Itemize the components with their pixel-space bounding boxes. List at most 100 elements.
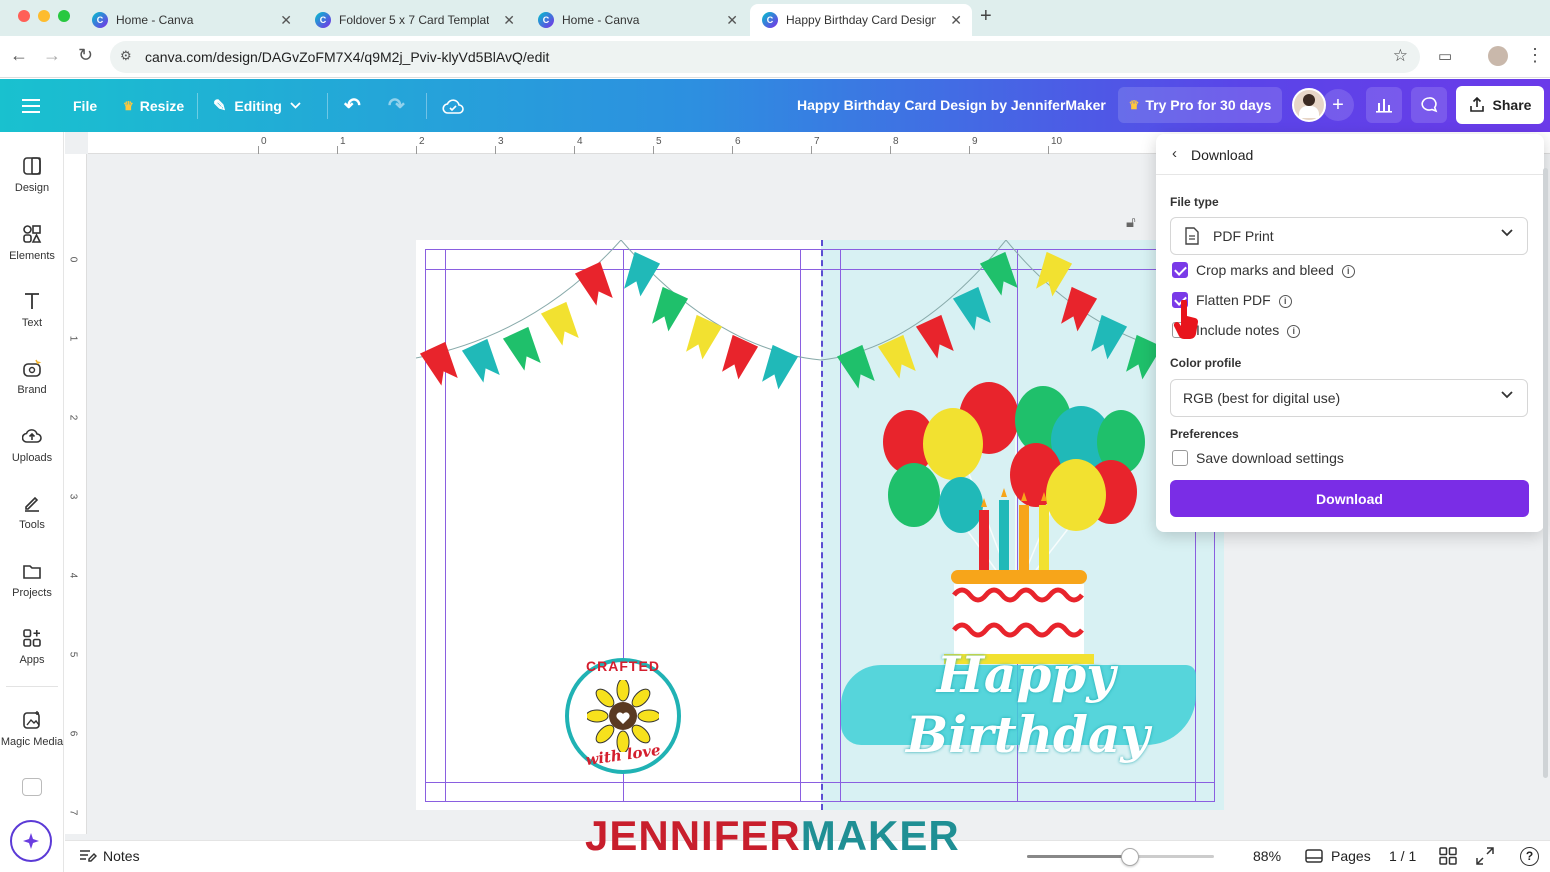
design-page[interactable]: Happy Birthday CRAFTED with love bbox=[416, 240, 1224, 810]
download-button[interactable]: Download bbox=[1170, 480, 1529, 517]
save-settings-label[interactable]: Save download settings bbox=[1196, 450, 1344, 466]
bunting-flag bbox=[686, 314, 723, 360]
resize-button[interactable]: ♛ Resize bbox=[123, 79, 184, 132]
close-tab-icon[interactable]: ✕ bbox=[280, 12, 292, 29]
info-icon[interactable]: i bbox=[1278, 295, 1292, 308]
canva-favicon-icon: C bbox=[762, 12, 778, 28]
close-tab-icon[interactable]: ✕ bbox=[726, 12, 738, 29]
sidebar-item-tools[interactable]: Tools bbox=[0, 493, 64, 531]
include-notes-option[interactable]: Include notes i bbox=[1196, 322, 1301, 338]
sidebar-item-text[interactable]: Text bbox=[0, 291, 64, 329]
cloud-saved-icon[interactable] bbox=[442, 79, 464, 132]
insights-chart-icon[interactable] bbox=[1366, 87, 1402, 123]
color-profile-dropdown[interactable]: RGB (best for digital use) bbox=[1170, 379, 1528, 417]
undo-icon[interactable]: ↶ bbox=[344, 79, 361, 132]
profile-avatar[interactable] bbox=[1488, 46, 1508, 66]
ruler-tick-label: 10 bbox=[1051, 136, 1063, 147]
redo-icon[interactable]: ↷ bbox=[388, 79, 405, 132]
crop-marks-checkbox[interactable] bbox=[1172, 262, 1188, 278]
divider bbox=[327, 93, 328, 119]
flatten-pdf-option[interactable]: Flatten PDF i bbox=[1196, 292, 1292, 308]
page-count: 1 / 1 bbox=[1389, 848, 1417, 864]
maximize-window-button[interactable] bbox=[58, 10, 70, 22]
bunting-flag bbox=[1036, 251, 1073, 297]
pages-icon bbox=[1305, 849, 1323, 863]
editing-mode-button[interactable]: ✎ Editing bbox=[213, 79, 301, 132]
help-icon[interactable]: ? bbox=[1520, 847, 1539, 866]
add-collaborator-icon[interactable]: + bbox=[1322, 89, 1354, 121]
grid-view-icon[interactable] bbox=[1439, 847, 1457, 868]
sidebar-item-magic-media[interactable]: Magic Media bbox=[0, 710, 64, 748]
forward-icon[interactable]: → bbox=[43, 45, 61, 66]
document-title[interactable]: Happy Birthday Card Design by JenniferMa… bbox=[797, 97, 1106, 113]
greeting-happy[interactable]: Happy bbox=[936, 645, 1116, 704]
save-settings-checkbox[interactable] bbox=[1172, 450, 1188, 466]
sparkle-icon bbox=[23, 833, 39, 849]
divider bbox=[1156, 174, 1544, 175]
pencil-icon: ✎ bbox=[213, 97, 227, 115]
minimize-window-button[interactable] bbox=[38, 10, 50, 22]
zoom-slider-handle[interactable] bbox=[1121, 848, 1139, 866]
back-icon[interactable]: ← bbox=[10, 45, 28, 66]
fullscreen-icon[interactable] bbox=[1476, 847, 1494, 868]
sidebar-item-design[interactable]: Design bbox=[0, 156, 64, 194]
try-pro-button[interactable]: ♛ Try Pro for 30 days bbox=[1118, 87, 1282, 123]
greeting-birthday[interactable]: Birthday bbox=[906, 705, 1149, 764]
lock-icon[interactable]: 🔓︎ bbox=[1126, 214, 1136, 231]
browser-tab-active[interactable]: C Happy Birthday Card Design ✕ bbox=[750, 4, 972, 36]
ruler-tick-label: 0 bbox=[67, 256, 79, 263]
bunting-flag bbox=[652, 286, 689, 332]
notes-button[interactable]: Notes bbox=[79, 848, 140, 864]
pages-button[interactable]: Pages bbox=[1305, 848, 1371, 864]
main-menu-icon[interactable] bbox=[22, 79, 40, 132]
close-tab-icon[interactable]: ✕ bbox=[503, 12, 515, 29]
crop-marks-option[interactable]: Crop marks and bleed i bbox=[1196, 262, 1355, 278]
address-bar[interactable]: ⚙ canva.com/design/DAGvZoFM7X4/q9M2j_Pvi… bbox=[110, 41, 1420, 73]
file-menu-button[interactable]: File bbox=[73, 79, 97, 132]
bunting-flag bbox=[836, 344, 875, 389]
browser-tab[interactable]: C Home - Canva ✕ bbox=[80, 4, 302, 36]
sidebar-item-projects[interactable]: Projects bbox=[0, 561, 64, 599]
ruler-tick bbox=[258, 146, 259, 154]
info-icon[interactable]: i bbox=[1341, 265, 1355, 278]
sidebar-item-elements[interactable]: Elements bbox=[0, 224, 64, 262]
new-tab-icon[interactable]: + bbox=[980, 5, 992, 28]
crown-icon: ♛ bbox=[1128, 98, 1140, 112]
magic-assistant-button[interactable] bbox=[10, 820, 52, 862]
zoom-level[interactable]: 88% bbox=[1253, 848, 1281, 864]
bunting-flag bbox=[1091, 314, 1128, 360]
watermark-part2: MAKER bbox=[800, 812, 960, 859]
notes-icon bbox=[80, 850, 97, 862]
comment-icon[interactable] bbox=[1411, 87, 1447, 123]
zoom-slider[interactable] bbox=[1027, 848, 1214, 866]
more-apps-icon[interactable] bbox=[22, 778, 42, 796]
cast-icon[interactable]: ▭ bbox=[1438, 47, 1452, 65]
bunting-flag bbox=[762, 344, 799, 390]
text-icon bbox=[25, 293, 39, 309]
sidebar-item-label: Projects bbox=[12, 587, 52, 599]
file-label: File bbox=[73, 97, 98, 114]
share-button[interactable]: Share bbox=[1456, 86, 1544, 124]
browser-menu-icon[interactable]: ⋮ bbox=[1526, 45, 1544, 66]
sidebar-item-brand[interactable]: Brand bbox=[0, 358, 64, 396]
site-settings-icon[interactable]: ⚙ bbox=[120, 48, 132, 64]
reload-icon[interactable]: ↻ bbox=[78, 45, 93, 66]
sidebar-item-label: Magic Media bbox=[0, 736, 64, 748]
browser-tab[interactable]: C Home - Canva ✕ bbox=[526, 4, 748, 36]
back-chevron-icon[interactable]: ‹ bbox=[1172, 145, 1177, 162]
close-tab-icon[interactable]: ✕ bbox=[950, 12, 962, 29]
user-avatar[interactable] bbox=[1292, 88, 1326, 122]
file-type-dropdown[interactable]: PDF Print bbox=[1170, 217, 1528, 255]
sidebar-item-apps[interactable]: Apps bbox=[0, 628, 64, 666]
info-icon[interactable]: i bbox=[1287, 325, 1301, 338]
balloons-cake-illustration bbox=[883, 382, 1145, 664]
crafted-with-love-badge[interactable]: CRAFTED with love bbox=[565, 658, 681, 774]
bunting-banner bbox=[416, 240, 1224, 390]
ruler-tick bbox=[337, 146, 338, 154]
close-window-button[interactable] bbox=[18, 10, 30, 22]
vertical-scrollbar[interactable] bbox=[1543, 168, 1548, 778]
hand-pointer-icon bbox=[1173, 300, 1199, 340]
bookmark-star-icon[interactable]: ☆ bbox=[1393, 46, 1408, 66]
sidebar-item-uploads[interactable]: Uploads bbox=[0, 426, 64, 464]
browser-tab[interactable]: C Foldover 5 x 7 Card Template ✕ bbox=[303, 4, 525, 36]
